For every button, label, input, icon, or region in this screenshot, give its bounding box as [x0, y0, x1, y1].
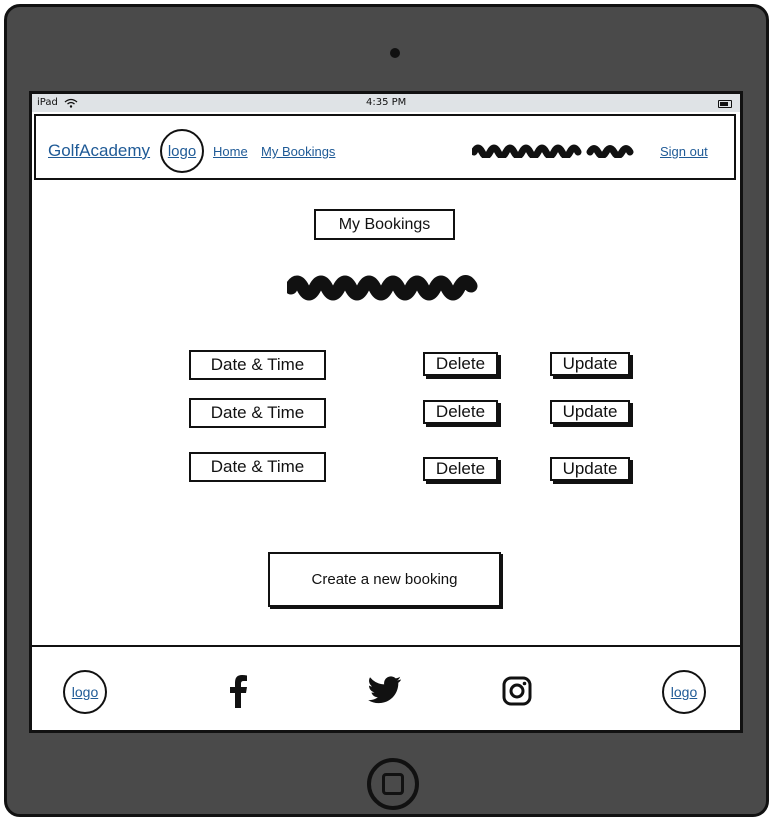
footer-logo-left[interactable]: logo	[63, 670, 107, 714]
home-button[interactable]	[367, 758, 419, 810]
page-title: My Bookings	[314, 209, 455, 240]
camera-icon	[390, 48, 400, 58]
booking-datetime: Date & Time	[189, 452, 326, 482]
instagram-icon[interactable]	[502, 676, 532, 706]
nav-logo[interactable]: logo	[160, 129, 204, 173]
update-button[interactable]: Update	[550, 457, 630, 481]
nav-home-link[interactable]: Home	[213, 144, 248, 159]
battery-icon	[718, 100, 732, 108]
device-label: iPad	[37, 97, 58, 108]
navbar: GolfAcademy logo Home My Bookings Sign o…	[34, 114, 736, 180]
footer-divider	[32, 645, 740, 647]
booking-datetime: Date & Time	[189, 398, 326, 428]
footer-logo-right[interactable]: logo	[662, 670, 706, 714]
nav-my-bookings-link[interactable]: My Bookings	[261, 144, 335, 159]
create-booking-button[interactable]: Create a new booking	[268, 552, 501, 607]
screen: iPad 4:35 PM GolfAcademy logo Home My Bo…	[29, 91, 743, 733]
username-scribble	[472, 144, 634, 158]
booking-datetime: Date & Time	[189, 350, 326, 380]
sign-out-link[interactable]: Sign out	[660, 144, 708, 159]
delete-button[interactable]: Delete	[423, 352, 498, 376]
brand-link[interactable]: GolfAcademy	[48, 141, 150, 161]
delete-button[interactable]: Delete	[423, 457, 498, 481]
status-bar: iPad 4:35 PM	[32, 94, 740, 112]
twitter-icon[interactable]	[368, 676, 402, 704]
update-button[interactable]: Update	[550, 352, 630, 376]
home-square-icon	[382, 773, 404, 795]
update-button[interactable]: Update	[550, 400, 630, 424]
status-time: 4:35 PM	[366, 97, 407, 108]
delete-button[interactable]: Delete	[423, 400, 498, 424]
wifi-icon	[64, 98, 78, 108]
user-name-scribble	[287, 275, 478, 301]
facebook-icon[interactable]	[228, 674, 248, 708]
